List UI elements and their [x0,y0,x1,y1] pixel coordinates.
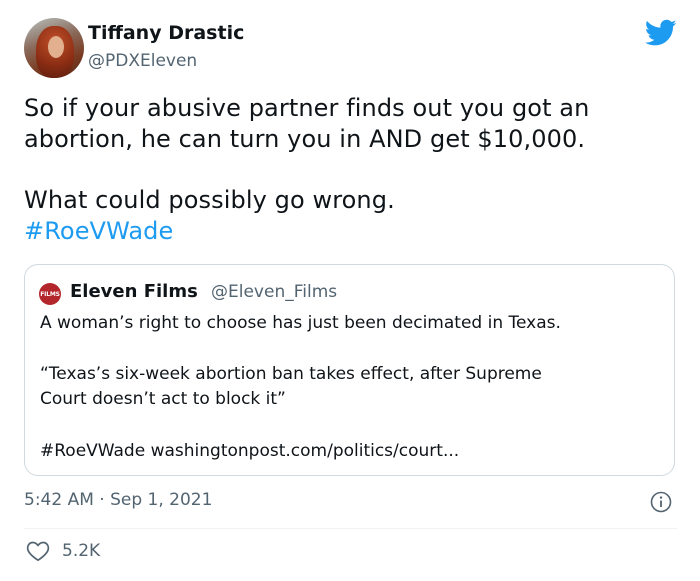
quoted-hashtag-link[interactable]: #RoeVWade [40,441,145,461]
tweet-text-line-3: What could possibly go wrong. [24,186,395,214]
tweet-timestamp[interactable]: 5:42 AM · Sep 1, 2021 [24,490,212,510]
quoted-text-line-4: #RoeVWade washingtonpost.com/politics/co… [40,441,459,461]
tweet-text-line-1: So if your abusive partner finds out you… [24,94,590,122]
avatar-face [48,36,64,58]
quoted-avatar-logo-text: FILMS [40,290,60,298]
quoted-text-line-3: Court doesn’t act to block it” [40,389,286,409]
heart-icon[interactable] [26,540,50,562]
author-name[interactable]: Tiffany Drastic [88,22,244,44]
tweet-card: Tiffany Drastic @PDXEleven So if your ab… [0,0,700,581]
quoted-avatar[interactable]: FILMS [39,283,61,305]
tweet-text-line-2: abortion, he can turn you in AND get $10… [24,125,586,153]
info-icon[interactable] [650,491,672,513]
divider [24,528,677,529]
tweet-hashtag-link[interactable]: #RoeVWade [24,217,173,245]
author-avatar[interactable] [24,18,84,78]
quoted-author-name[interactable]: Eleven Films [70,281,198,302]
like-count[interactable]: 5.2K [62,541,100,561]
quoted-tweet[interactable]: FILMS Eleven Films @Eleven_Films A woman… [24,264,675,476]
author-handle[interactable]: @PDXEleven [88,51,197,71]
quoted-text-line-1: A woman’s right to choose has just been … [40,313,561,333]
quoted-author-handle[interactable]: @Eleven_Films [211,282,337,302]
twitter-bird-icon[interactable] [645,19,677,47]
quoted-text-line-2: “Texas’s six-week abortion ban takes eff… [40,364,542,384]
quoted-url-link[interactable]: washingtonpost.com/politics/court... [151,441,460,461]
